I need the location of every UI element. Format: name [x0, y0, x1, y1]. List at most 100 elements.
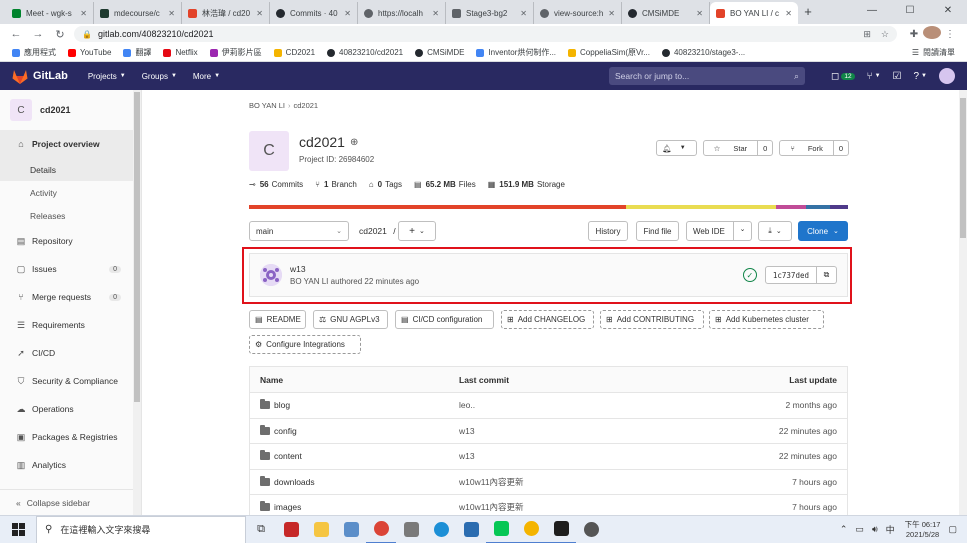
download-button[interactable]: ⤓ ⌄ [758, 221, 792, 241]
sidebar-item-details[interactable]: Details [0, 158, 141, 181]
add-contributing-link[interactable]: ⊞ Add CONTRIBUTING [600, 310, 704, 329]
volume-icon[interactable]: 🔊︎ [872, 524, 878, 535]
sidebar-item-packages[interactable]: ▣ Packages & Registries [0, 423, 141, 451]
projects-menu[interactable]: Projects ▼ [88, 72, 126, 81]
reading-list[interactable]: ☰ 閱讀清單 [912, 47, 955, 58]
bookmark-item[interactable]: 應用程式 [12, 47, 56, 58]
history-button[interactable]: History [588, 221, 628, 241]
bookmark-item[interactable]: Netflix [163, 48, 198, 57]
close-icon[interactable]: ✕ [80, 9, 87, 18]
add-kubernetes-link[interactable]: ⊞ Add Kubernetes cluster [709, 310, 824, 329]
sidebar-item-repository[interactable]: ▤ Repository [0, 227, 141, 255]
close-window-icon[interactable]: ✕ [929, 0, 967, 24]
row-commit[interactable]: w10w11內容更新 [459, 476, 717, 488]
task-view-button[interactable]: ⧉ [246, 516, 276, 543]
notification-icon[interactable]: ▢ [948, 524, 957, 535]
ime-indicator[interactable]: 中 [886, 523, 895, 536]
add-changelog-link[interactable]: ⊞ Add CHANGELOG [501, 310, 594, 329]
profile-avatar[interactable] [923, 26, 941, 42]
repository-language-bar[interactable] [249, 205, 848, 209]
taskbar-app[interactable] [396, 516, 426, 543]
taskbar-app[interactable] [306, 516, 336, 543]
bookmark-item[interactable]: 40823210/stage3-... [661, 48, 745, 57]
taskbar-app[interactable] [276, 516, 306, 543]
sidebar-item-cicd[interactable]: ➚ CI/CD [0, 339, 141, 367]
language-segment[interactable] [776, 205, 807, 209]
web-ide-button[interactable]: Web IDE ⌄ [686, 221, 752, 241]
forward-icon[interactable]: → [30, 28, 46, 40]
breadcrumb-owner[interactable]: BO YAN LI [249, 101, 285, 110]
taskbar-app[interactable] [576, 516, 606, 543]
page-scrollbar[interactable] [959, 90, 967, 515]
bookmark-item[interactable]: CD2021 [273, 48, 315, 57]
sidebar-scrollbar[interactable] [133, 90, 141, 515]
language-segment[interactable] [249, 205, 627, 209]
row-commit[interactable]: w10w11內容更新 [459, 501, 717, 513]
bookmark-star-icon[interactable]: ☆ [881, 29, 889, 40]
branch-stat[interactable]: ⑂ 1 Branch [315, 180, 357, 189]
table-row[interactable]: images w10w11內容更新 7 hours ago [250, 495, 847, 515]
back-icon[interactable]: ← [8, 28, 24, 40]
browser-tab[interactable]: CMSiMDE ✕ [622, 2, 710, 24]
file-name[interactable]: images [274, 502, 301, 512]
sidebar-item-merge-requests[interactable]: ⑂ Merge requests 0 [0, 283, 141, 311]
browser-tab[interactable]: https://localh ✕ [358, 2, 446, 24]
star-button[interactable]: ☆ Star 0 [702, 140, 774, 156]
minimize-icon[interactable]: — [853, 0, 891, 24]
find-file-button[interactable]: Find file [636, 221, 679, 241]
new-tab-button[interactable]: + [798, 2, 818, 24]
scrollbar-thumb[interactable] [960, 98, 966, 238]
sidebar-item-security[interactable]: ⛉ Security & Compliance [0, 367, 141, 395]
address-bar[interactable]: 🔒 gitlab.com/40823210/cd2021 ⊞ ☆ [74, 26, 897, 42]
translate-icon[interactable]: ⊞ [863, 29, 871, 40]
language-segment[interactable] [830, 205, 848, 209]
taskbar-app[interactable] [426, 516, 456, 543]
table-row[interactable]: blog leo.. 2 months ago [250, 393, 847, 419]
sidebar-item-issues[interactable]: ▢ Issues 0 [0, 255, 141, 283]
windows-start-button[interactable] [0, 523, 36, 536]
row-commit[interactable]: w13 [459, 451, 717, 461]
language-segment[interactable] [626, 205, 777, 209]
issues-header-icon[interactable]: ◻ 12 [831, 71, 855, 82]
sidebar-project-header[interactable]: C cd2021 [0, 90, 141, 130]
network-icon[interactable]: ▭ [855, 524, 864, 535]
bookmark-item[interactable]: Inventor烘何制作... [476, 47, 556, 58]
sidebar-item-activity[interactable]: Activity [0, 181, 141, 204]
file-name[interactable]: content [274, 451, 302, 461]
todos-icon[interactable]: ☑ [893, 71, 902, 82]
sidebar-item-project-overview[interactable]: ⌂ Project overview [0, 130, 141, 158]
table-row[interactable]: downloads w10w11內容更新 7 hours ago [250, 470, 847, 495]
browser-tab[interactable]: 林浩瑋 / cd20 ✕ [182, 2, 270, 24]
bookmark-item[interactable]: 伊莉影片區 [209, 47, 262, 58]
clone-button[interactable]: Clone ⌄ [798, 221, 848, 241]
taskbar-app[interactable] [456, 516, 486, 543]
taskbar-app[interactable] [516, 516, 546, 543]
help-icon[interactable]: ? ▼ [913, 71, 927, 82]
close-icon[interactable]: ✕ [344, 9, 351, 18]
close-icon[interactable]: ✕ [520, 9, 527, 18]
extensions-icon[interactable]: ✚ [905, 29, 923, 40]
table-row[interactable]: config w13 22 minutes ago [250, 419, 847, 444]
close-icon[interactable]: ✕ [432, 9, 439, 18]
user-avatar[interactable] [939, 68, 955, 84]
taskbar-app-line[interactable] [486, 516, 516, 543]
close-icon[interactable]: ✕ [256, 9, 263, 18]
reload-icon[interactable]: ↻ [52, 28, 68, 41]
row-commit[interactable]: w13 [459, 426, 717, 436]
language-segment[interactable] [806, 205, 830, 209]
more-menu[interactable]: More ▼ [193, 72, 220, 81]
sidebar-item-analytics[interactable]: ▥ Analytics [0, 451, 141, 479]
sidebar-item-operations[interactable]: ☁ Operations [0, 395, 141, 423]
chevron-up-icon[interactable]: ⌃ [840, 524, 848, 535]
browser-tab-active[interactable]: BO YAN LI / c ✕ [710, 2, 798, 24]
readme-link[interactable]: ▤ README [249, 310, 306, 329]
merge-request-header-icon[interactable]: ⑂ ▼ [867, 71, 881, 82]
path-root[interactable]: cd2021 [359, 226, 387, 236]
bookmark-item[interactable]: 翻譯 [123, 47, 151, 58]
scrollbar-thumb[interactable] [134, 92, 140, 402]
search-input[interactable]: Search or jump to... ⌕ [609, 67, 806, 85]
close-icon[interactable]: ✕ [696, 9, 703, 18]
gitlab-logo[interactable]: GitLab [12, 69, 68, 84]
close-icon[interactable]: ✕ [168, 9, 175, 18]
file-name[interactable]: blog [274, 400, 290, 410]
